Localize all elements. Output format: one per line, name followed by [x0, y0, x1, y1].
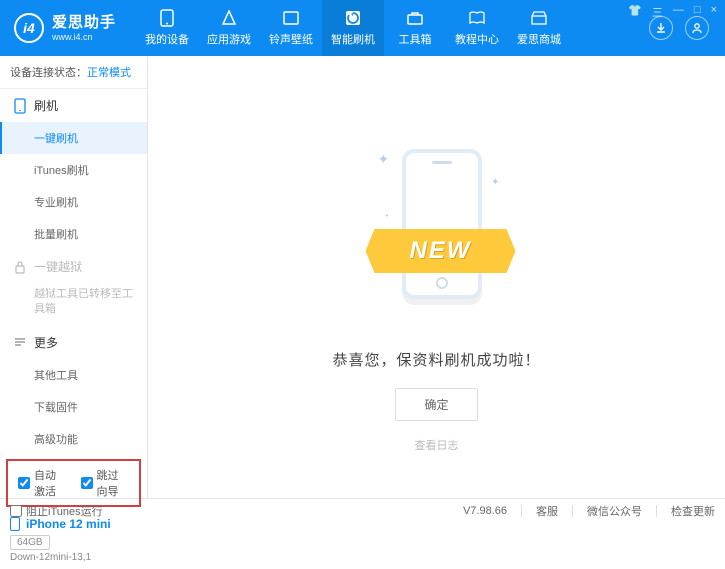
footer-right: V7.98.66 客服 微信公众号 检查更新 [463, 503, 715, 519]
sparkle-icon: ✦ [378, 151, 390, 168]
content-area: ✦ ✦ • NEW 恭喜您，保资料刷机成功啦！ 确定 查看日志 [148, 56, 725, 498]
phone-icon [14, 98, 26, 114]
nav-apps[interactable]: 应用游戏 [198, 0, 260, 56]
view-log-link[interactable]: 查看日志 [415, 437, 459, 453]
version-label: V7.98.66 [463, 505, 507, 517]
apps-icon [220, 9, 238, 27]
menu-icon[interactable]: 三 [652, 4, 663, 20]
nav-toolbox[interactable]: 工具箱 [384, 0, 446, 56]
section-jailbreak[interactable]: 一键越狱 [0, 250, 147, 283]
sidebar-item-batch[interactable]: 批量刷机 [0, 218, 147, 250]
nav-label: 工具箱 [399, 31, 432, 47]
device-model: Down-12mini-13,1 [10, 552, 137, 563]
sparkle-icon: • [386, 211, 389, 220]
device-capacity: 64GB [10, 535, 50, 550]
nav-flash[interactable]: 智能刷机 [322, 0, 384, 56]
phone-illustration [402, 149, 482, 299]
sidebar: 设备连接状态：正常模式 刷机 一键刷机 iTunes刷机 专业刷机 批量刷机 一… [0, 56, 148, 498]
nav-label: 爱思商城 [517, 31, 561, 47]
sparkle-icon: ✦ [491, 177, 499, 188]
logo-icon: i4 [14, 13, 44, 43]
app-name: 爱思助手 [52, 14, 116, 32]
support-link[interactable]: 客服 [536, 503, 558, 519]
chk-block-itunes[interactable]: 阻止iTunes运行 [10, 503, 103, 519]
sidebar-item-advanced[interactable]: 高级功能 [0, 423, 147, 455]
nav-store[interactable]: 爱思商城 [508, 0, 570, 56]
new-ribbon: NEW [366, 229, 516, 273]
minimize-icon[interactable]: — [673, 4, 684, 20]
phone-icon [158, 9, 176, 27]
nav-label: 我的设备 [145, 31, 189, 47]
check-update-link[interactable]: 检查更新 [671, 503, 715, 519]
nav-label: 铃声壁纸 [269, 31, 313, 47]
close-icon[interactable]: × [711, 4, 717, 20]
chk-skip-guide[interactable]: 跳过向导 [81, 467, 130, 499]
main-nav: 我的设备 应用游戏 铃声壁纸 智能刷机 工具箱 教程中心 爱思商城 [136, 0, 570, 56]
lock-icon [14, 260, 26, 274]
connection-mode: 正常模式 [87, 67, 131, 79]
header: i4 爱思助手 www.i4.cn 我的设备 应用游戏 铃声壁纸 智能刷机 工具… [0, 0, 725, 56]
app-url: www.i4.cn [52, 32, 116, 43]
device-card[interactable]: iPhone 12 mini 64GB Down-12mini-13,1 [0, 511, 147, 569]
toolbox-icon [406, 9, 424, 27]
window-controls: 👕 三 — □ × [628, 4, 717, 20]
confirm-button[interactable]: 确定 [395, 388, 477, 421]
sidebar-item-pro[interactable]: 专业刷机 [0, 186, 147, 218]
success-illustration: ✦ ✦ • NEW [372, 131, 502, 331]
skin-icon[interactable]: 👕 [628, 4, 642, 20]
app-logo[interactable]: i4 爱思助手 www.i4.cn [0, 13, 128, 43]
nav-label: 应用游戏 [207, 31, 251, 47]
more-icon [14, 336, 26, 348]
wechat-link[interactable]: 微信公众号 [587, 503, 642, 519]
sidebar-item-download-fw[interactable]: 下载固件 [0, 391, 147, 423]
connection-status: 设备连接状态：正常模式 [0, 56, 147, 89]
sidebar-item-itunes[interactable]: iTunes刷机 [0, 154, 147, 186]
nav-ringtones[interactable]: 铃声壁纸 [260, 0, 322, 56]
nav-label: 智能刷机 [331, 31, 375, 47]
book-icon [468, 9, 486, 27]
sidebar-item-other-tools[interactable]: 其他工具 [0, 359, 147, 391]
store-icon [530, 9, 548, 27]
main: 设备连接状态：正常模式 刷机 一键刷机 iTunes刷机 专业刷机 批量刷机 一… [0, 56, 725, 498]
section-flash[interactable]: 刷机 [0, 89, 147, 122]
section-more[interactable]: 更多 [0, 326, 147, 359]
wallpaper-icon [282, 9, 300, 27]
options-highlighted: 自动激活 跳过向导 [6, 459, 141, 507]
chk-auto-activate[interactable]: 自动激活 [18, 467, 67, 499]
flash-icon [344, 9, 362, 27]
nav-tutorials[interactable]: 教程中心 [446, 0, 508, 56]
maximize-icon[interactable]: □ [694, 4, 701, 20]
nav-label: 教程中心 [455, 31, 499, 47]
nav-my-device[interactable]: 我的设备 [136, 0, 198, 56]
jailbreak-note: 越狱工具已转移至工具箱 [0, 283, 147, 326]
result-title: 恭喜您，保资料刷机成功啦！ [332, 349, 540, 370]
sidebar-item-oneclick[interactable]: 一键刷机 [0, 122, 147, 154]
